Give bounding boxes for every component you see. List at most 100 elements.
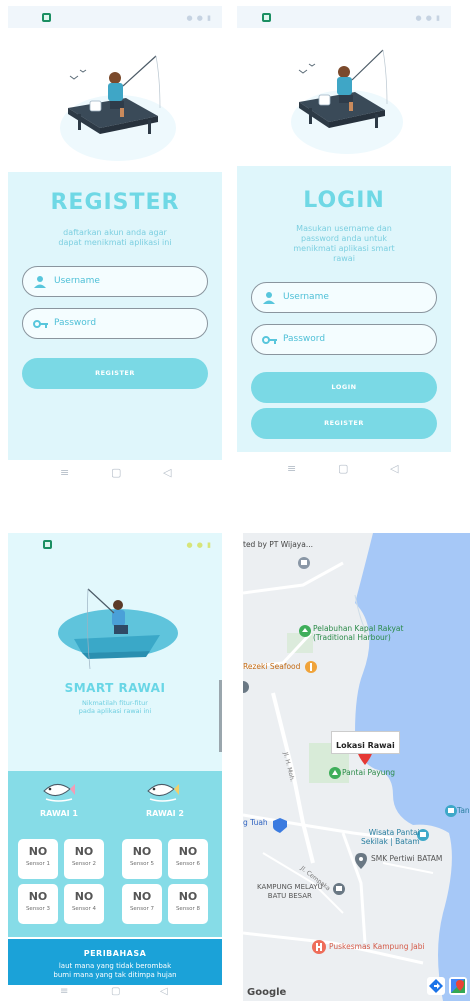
- register-title: REGISTER: [50, 190, 180, 215]
- rawai2-fish-icon: [147, 784, 179, 802]
- user-icon: [34, 276, 46, 288]
- status-bar: ● ● ▮: [237, 6, 451, 28]
- dashboard-title: SMART RAWAI: [64, 681, 166, 695]
- kampung-label: KAMPUNG MELAYU BATU BESAR: [257, 883, 323, 900]
- status-icons: ● ● ▮: [186, 541, 212, 549]
- place-marker-icon: [298, 557, 310, 569]
- back-button[interactable]: ◁: [163, 467, 171, 478]
- camera-icon-2: [445, 805, 457, 817]
- sensor-7-label: Sensor 7: [129, 906, 155, 912]
- notification-icon: [262, 13, 271, 22]
- sensor-4-card[interactable]: NO Sensor 4: [64, 884, 104, 924]
- fisherman-illustration: [291, 49, 403, 154]
- peribahasa-line1: laut mana yang tidak berombak: [58, 962, 172, 970]
- hero-illustration: [8, 28, 222, 170]
- rawai2-label: RAWAI 2: [146, 809, 184, 818]
- password-placeholder: Password: [54, 318, 97, 328]
- status-icons: ● ● ▮: [415, 14, 441, 22]
- back-button[interactable]: ◁: [390, 463, 398, 474]
- lokasi-rawai-label: Lokasi Rawai: [336, 741, 395, 750]
- sensor-1-card[interactable]: NO Sensor 1: [18, 839, 58, 879]
- tuah-label[interactable]: g Tuah: [243, 818, 268, 828]
- tan-label[interactable]: Tan: [457, 806, 470, 816]
- dashboard-header: ● ● ▮ SMART RAWAI Nikmatilah fitur-fitur…: [8, 533, 222, 771]
- notification-icon: [43, 540, 52, 549]
- back-button[interactable]: ◁: [160, 986, 168, 997]
- directions-button[interactable]: [427, 977, 445, 995]
- sensor-2-value: NO: [74, 845, 94, 858]
- google-logo: Google: [247, 987, 287, 998]
- maps-app-button[interactable]: [449, 977, 467, 995]
- puskesmas-label[interactable]: Puskesmas Kampung Jabi: [329, 942, 425, 952]
- map-view[interactable]: ted by PT Wijaya... Pelabuhan Kapal Raky…: [243, 533, 470, 1001]
- kampung-label-line2: BATU BESAR: [267, 891, 312, 900]
- dashboard-screen: ● ● ▮ SMART RAWAI Nikmatilah fitur-fitur…: [8, 533, 222, 1001]
- harbour-label[interactable]: Pelabuhan Kapal Rakyat (Traditional Harb…: [313, 624, 403, 642]
- boat-illustration: [58, 588, 178, 670]
- register-subtitle-line2: dapat menikmati aplikasi ini: [58, 238, 172, 247]
- register-screen: ● ● ▮ REGISTER daftarkan akun anda agar …: [8, 6, 222, 484]
- smk-label[interactable]: SMK Pertiwi BATAM: [371, 854, 442, 864]
- dashboard-subtitle-line1: Nikmatilah fitur-fitur: [82, 699, 148, 707]
- recent-apps-button[interactable]: ≡: [60, 986, 68, 997]
- login-title: LOGIN: [303, 188, 385, 213]
- login-subtitle-line4: rawai: [333, 254, 355, 263]
- rawai-section: RAWAI 1 RAWAI 2 NO Sensor 1 NO Sensor 2 NO…: [8, 771, 222, 937]
- status-bar: ● ● ▮: [8, 533, 222, 555]
- harbour-label-line2: (Traditional Harbour): [313, 632, 391, 642]
- password-field[interactable]: Password: [251, 324, 437, 355]
- home-button[interactable]: ▢: [111, 467, 121, 478]
- sensor-7-value: NO: [132, 890, 152, 903]
- home-button[interactable]: ▢: [111, 986, 120, 997]
- harbour-icon: [299, 625, 311, 637]
- login-subtitle-line2: password anda untuk: [301, 234, 387, 243]
- nav-bar: ≡ ▢ ◁: [237, 454, 451, 484]
- school-icon: [355, 853, 367, 869]
- login-button-label: LOGIN: [331, 383, 357, 391]
- sensor-6-card[interactable]: NO Sensor 6: [168, 839, 208, 879]
- login-button[interactable]: LOGIN: [251, 372, 437, 403]
- username-field[interactable]: Username: [22, 266, 208, 297]
- password-field[interactable]: Password: [22, 308, 208, 339]
- pantai-payung-label[interactable]: Pantai Payung: [342, 768, 395, 778]
- login-screen: ● ● ▮ LOGIN Masukan username dan passwor…: [237, 6, 451, 484]
- wisata-label[interactable]: Wisata Pantai Sekilak | Batam: [361, 828, 420, 846]
- sensor-5-card[interactable]: NO Sensor 5: [122, 839, 162, 879]
- sensor-2-label: Sensor 2: [71, 861, 97, 867]
- sensor-3-label: Sensor 3: [25, 906, 51, 912]
- rawai1-label: RAWAI 1: [40, 809, 78, 818]
- edge-marker-icon: [243, 681, 249, 693]
- register-button[interactable]: REGISTER: [22, 358, 208, 389]
- recent-apps-button[interactable]: ≡: [60, 467, 69, 478]
- login-subtitle-line1: Masukan username dan: [296, 224, 392, 233]
- map-canvas[interactable]: [243, 533, 470, 1001]
- shield-icon: [273, 818, 287, 833]
- sensor-8-value: NO: [178, 890, 198, 903]
- sensor-7-card[interactable]: NO Sensor 7: [122, 884, 162, 924]
- peribahasa-title: PERIBAHASA: [83, 949, 147, 958]
- mosque-icon: [333, 883, 345, 895]
- sensor-3-card[interactable]: NO Sensor 3: [18, 884, 58, 924]
- register-subtitle-line1: daftarkan akun anda agar: [63, 228, 167, 237]
- map-screen: ted by PT Wijaya... Pelabuhan Kapal Raky…: [243, 533, 470, 1001]
- lokasi-rawai-callout[interactable]: Lokasi Rawai: [331, 731, 400, 754]
- peribahasa-line2: bumi mana yang tak ditimpa hujan: [53, 971, 177, 979]
- user-icon: [263, 292, 275, 304]
- sensor-5-label: Sensor 5: [129, 861, 155, 867]
- login-subtitle: Masukan username dan password anda untuk…: [257, 224, 431, 264]
- register-button-label: REGISTER: [324, 419, 364, 427]
- restaurant-icon: [305, 661, 317, 673]
- home-button[interactable]: ▢: [338, 463, 348, 474]
- dashboard-nav-bar: ≡ ▢ ◁: [8, 985, 222, 1001]
- sensor-8-card[interactable]: NO Sensor 8: [168, 884, 208, 924]
- directions-icon: [429, 979, 443, 993]
- rezeki-seafood-label[interactable]: Rezeki Seafood: [243, 662, 300, 672]
- sensor-2-card[interactable]: NO Sensor 2: [64, 839, 104, 879]
- register-button[interactable]: REGISTER: [251, 408, 437, 439]
- recent-apps-button[interactable]: ≡: [287, 463, 296, 474]
- top-label: ted by PT Wijaya...: [243, 540, 313, 549]
- username-field[interactable]: Username: [251, 282, 437, 313]
- status-icons: ● ● ▮: [186, 14, 212, 22]
- sensor-8-label: Sensor 8: [175, 906, 201, 912]
- scrollbar[interactable]: [219, 680, 222, 752]
